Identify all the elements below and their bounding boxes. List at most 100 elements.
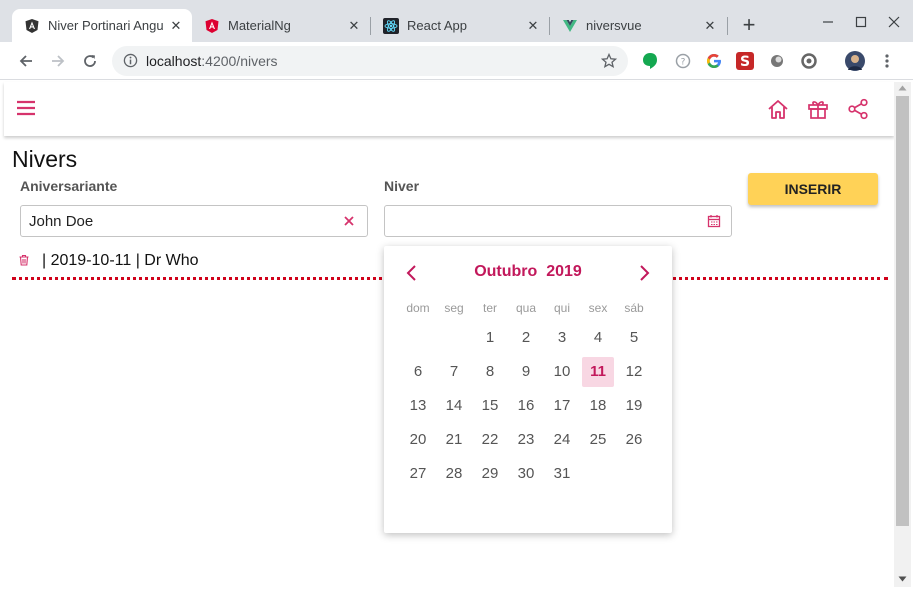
insert-button[interactable]: INSERIR <box>748 173 878 205</box>
browser-toolbar: localhost:4200/nivers ? S <box>0 42 913 80</box>
maximize-icon[interactable] <box>851 12 871 32</box>
app-viewport: Nivers Aniversariante John Doe Niver INS… <box>4 82 894 587</box>
gift-icon[interactable] <box>807 98 829 125</box>
react-logo-icon <box>383 17 399 34</box>
calendar-day[interactable]: 12 <box>618 357 650 387</box>
calendar-day[interactable]: 31 <box>546 459 578 489</box>
calendar-day[interactable]: 25 <box>582 425 614 455</box>
url-host: localhost <box>146 53 202 69</box>
trash-icon[interactable] <box>18 253 30 271</box>
aniversariante-label: Aniversariante <box>20 178 118 194</box>
calendar-day[interactable]: 20 <box>402 425 434 455</box>
vue-logo-icon <box>562 18 578 34</box>
calendar-day[interactable]: 7 <box>438 357 470 387</box>
url-path: :4200/nivers <box>201 53 278 69</box>
datepicker-popup: Outubro 2019 dom seg ter qua qui sex sáb 12345… <box>384 246 672 533</box>
bookmark-star-icon[interactable] <box>600 52 618 74</box>
calendar-day[interactable]: 8 <box>474 357 506 387</box>
info-icon[interactable] <box>123 53 138 73</box>
scrollbar-thumb[interactable] <box>896 96 909 526</box>
calendar-day[interactable]: 27 <box>402 459 434 489</box>
weekday-label: seg <box>444 301 464 315</box>
weekday-label: sex <box>588 301 608 315</box>
reload-icon[interactable] <box>80 51 100 71</box>
calendar-day[interactable]: 26 <box>618 425 650 455</box>
calendar-day[interactable]: 28 <box>438 459 470 489</box>
weekday-label: dom <box>406 301 430 315</box>
tab-separator <box>727 17 728 35</box>
tab-react-app[interactable]: React App ✕ <box>371 9 549 42</box>
tab-niver-portinari[interactable]: Niver Portinari Angu ✕ <box>12 9 192 42</box>
calendar-day[interactable]: 18 <box>582 391 614 421</box>
forward-arrow-icon[interactable] <box>48 51 68 71</box>
close-window-icon[interactable] <box>884 12 904 32</box>
circle-extension-icon[interactable] <box>768 52 786 70</box>
tab-niversvue[interactable]: niversvue ✕ <box>550 9 726 42</box>
calendar-day[interactable]: 6 <box>402 357 434 387</box>
aniversariante-value: John Doe <box>29 213 94 230</box>
help-extension-icon[interactable]: ? <box>674 52 692 70</box>
url-text: localhost:4200/nivers <box>146 53 278 69</box>
new-tab-plus-icon[interactable]: + <box>738 14 760 37</box>
tab-title: React App <box>407 18 467 33</box>
calendar-day[interactable]: 5 <box>618 323 650 353</box>
calendar-day[interactable]: 24 <box>546 425 578 455</box>
browser-tab-bar: Niver Portinari Angu ✕ MaterialNg ✕ Reac… <box>0 0 913 42</box>
calendar-day[interactable]: 22 <box>474 425 506 455</box>
menu-icon[interactable] <box>16 99 36 122</box>
close-icon[interactable]: ✕ <box>702 18 718 34</box>
calendar-day[interactable]: 10 <box>546 357 578 387</box>
share-icon[interactable] <box>847 98 869 125</box>
calendar-day[interactable]: 1 <box>474 323 506 353</box>
calendar-day[interactable]: 17 <box>546 391 578 421</box>
scroll-up-icon[interactable] <box>898 85 907 91</box>
minimize-icon[interactable] <box>818 12 838 32</box>
list-item-text: | 2019-10-11 | Dr Who <box>42 252 199 269</box>
evernote-extension-icon[interactable] <box>641 52 659 70</box>
recorder-extension-icon[interactable] <box>800 52 818 70</box>
calendar-day[interactable]: 9 <box>510 357 542 387</box>
weekday-label: qui <box>553 301 570 315</box>
calendar-day[interactable]: 13 <box>402 391 434 421</box>
clear-icon[interactable] <box>343 214 355 232</box>
weekday-label: sáb <box>624 301 644 315</box>
s-extension-icon[interactable]: S <box>736 52 754 70</box>
tab-title: MaterialNg <box>228 18 291 33</box>
niver-label: Niver <box>384 178 420 194</box>
calendar-day[interactable]: 14 <box>438 391 470 421</box>
scroll-down-icon[interactable] <box>898 576 907 582</box>
calendar-day[interactable]: 21 <box>438 425 470 455</box>
calendar-day[interactable]: 30 <box>510 459 542 489</box>
close-icon[interactable]: ✕ <box>168 18 184 34</box>
back-arrow-icon[interactable] <box>16 51 36 71</box>
vertical-scrollbar[interactable] <box>894 82 911 587</box>
close-icon[interactable]: ✕ <box>525 18 541 34</box>
tab-title: niversvue <box>586 18 642 33</box>
calendar-day[interactable]: 4 <box>582 323 614 353</box>
aniversariante-input[interactable]: John Doe <box>20 205 368 237</box>
calendar-day[interactable]: 29 <box>474 459 506 489</box>
calendar-day[interactable]: 3 <box>546 323 578 353</box>
google-extension-icon[interactable] <box>705 52 723 70</box>
tab-materialng[interactable]: MaterialNg ✕ <box>192 9 370 42</box>
more-vert-icon[interactable] <box>877 51 897 71</box>
calendar-month-label[interactable]: Outubro 2019 <box>384 263 672 283</box>
calendar-day[interactable]: 15 <box>474 391 506 421</box>
calendar-day[interactable]: 19 <box>618 391 650 421</box>
calendar-day[interactable]: 16 <box>510 391 542 421</box>
avatar[interactable] <box>845 51 865 71</box>
weekday-label: ter <box>482 301 497 315</box>
app-toolbar <box>4 82 894 136</box>
page-title: Nivers <box>12 146 78 172</box>
niver-date-input[interactable] <box>384 205 732 237</box>
home-icon[interactable] <box>767 98 789 125</box>
calendar-day[interactable]: 2 <box>510 323 542 353</box>
svg-text:S: S <box>740 54 750 70</box>
calendar-icon[interactable] <box>707 214 721 233</box>
list-item: | 2019-10-11 | Dr Who <box>18 251 199 271</box>
calendar-day[interactable]: 23 <box>510 425 542 455</box>
next-month-chevron-icon[interactable] <box>634 263 654 283</box>
calendar-day-selected[interactable]: 11 <box>582 357 614 387</box>
close-icon[interactable]: ✕ <box>346 18 362 34</box>
address-bar[interactable]: localhost:4200/nivers <box>112 46 628 76</box>
